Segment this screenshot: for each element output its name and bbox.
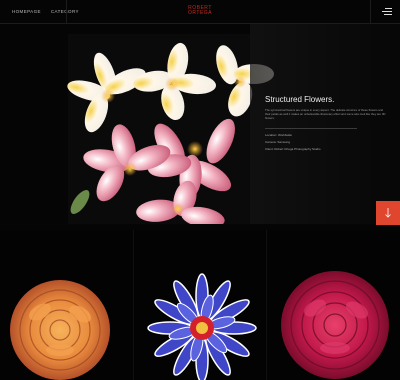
nav-link-category[interactable]: CATEGORY bbox=[51, 9, 79, 14]
site-header: HOMEPAGE CATEGORY ROBERT ORTEGA bbox=[0, 0, 400, 24]
hero-divider bbox=[265, 128, 357, 129]
meta-location: Location: Worldwide bbox=[265, 133, 292, 137]
hero-overlay-panel bbox=[250, 24, 400, 224]
meta-camera: Camera: Samsung bbox=[265, 140, 291, 144]
scroll-down-button[interactable] bbox=[376, 201, 400, 225]
orange-rose-photo bbox=[10, 280, 110, 380]
hamburger-menu-icon[interactable] bbox=[380, 7, 392, 17]
header-divider bbox=[66, 0, 67, 24]
magenta-rose-photo bbox=[281, 271, 389, 379]
arrow-down-icon bbox=[385, 208, 391, 218]
logo-line-2: ORTEGA bbox=[187, 10, 213, 16]
header-divider bbox=[370, 0, 371, 24]
main-nav: HOMEPAGE CATEGORY bbox=[12, 9, 79, 14]
gallery-item[interactable] bbox=[0, 230, 133, 380]
hero-title: Structured Flowers. bbox=[265, 95, 335, 104]
hero-section: Structured Flowers. The symmetrical flow… bbox=[0, 24, 400, 224]
gallery-item[interactable] bbox=[266, 230, 400, 380]
site-logo[interactable]: ROBERT ORTEGA bbox=[180, 6, 220, 16]
blue-dahlia-photo bbox=[147, 273, 257, 380]
gallery-item[interactable] bbox=[133, 230, 266, 380]
gallery-grid bbox=[0, 230, 400, 380]
nav-link-homepage[interactable]: HOMEPAGE bbox=[12, 9, 41, 14]
hero-description: The symmetrical flowers are unique in ev… bbox=[265, 108, 386, 120]
meta-client: Client: Robert Ortega Photography Studio bbox=[265, 147, 321, 151]
